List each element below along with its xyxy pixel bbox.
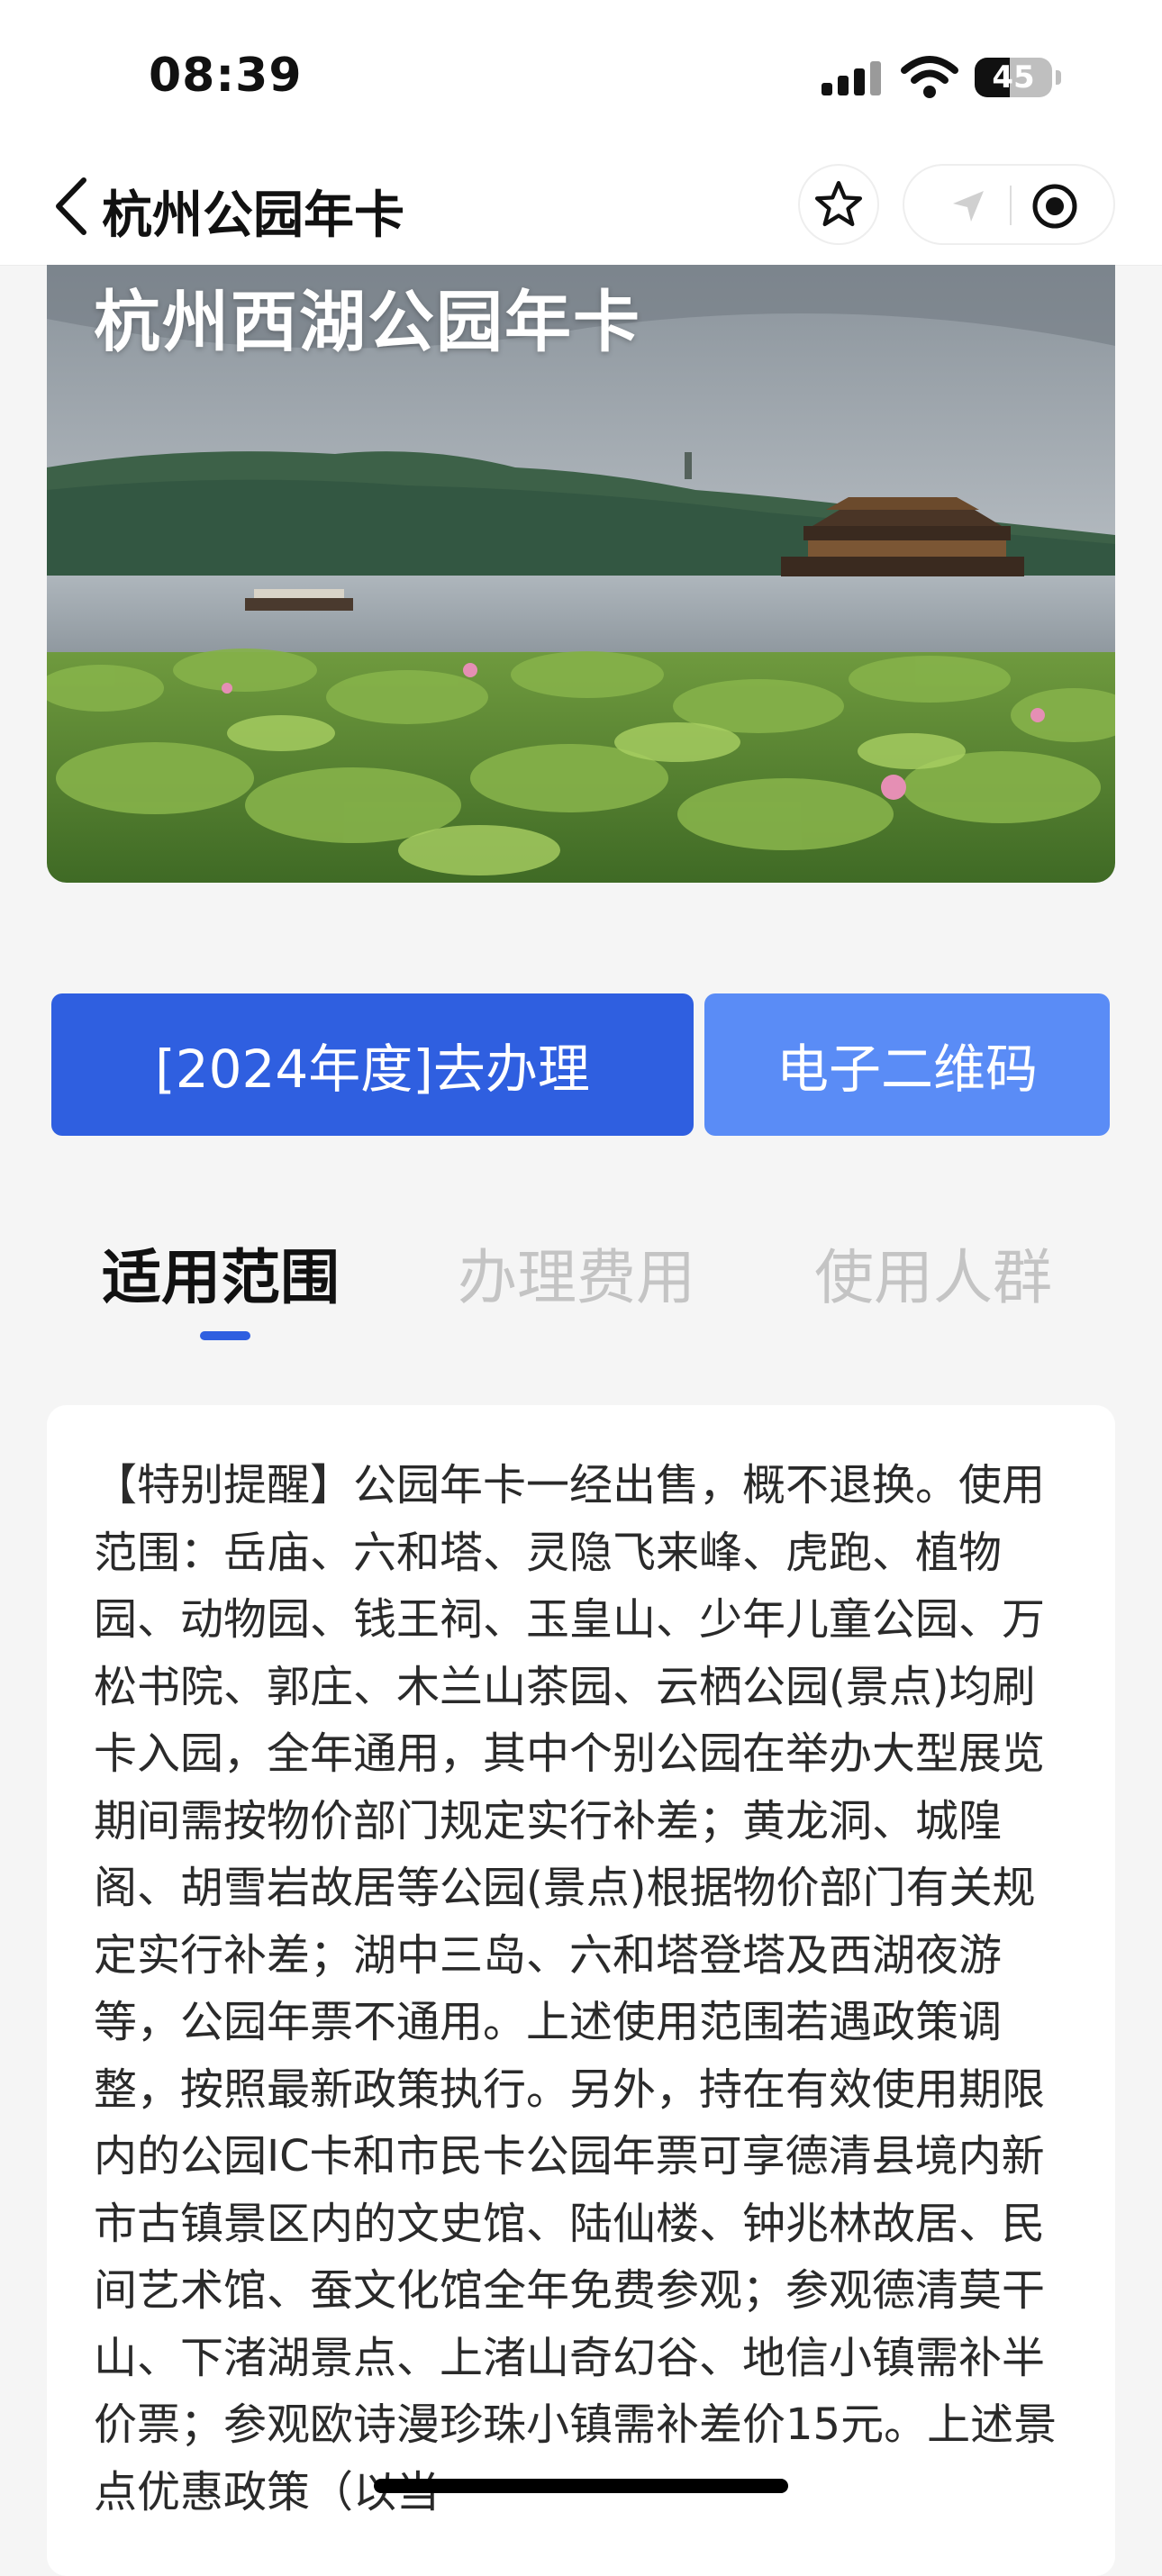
battery-level: 45 [992,59,1035,95]
capsule-divider [1010,186,1012,225]
content-card: 【特别提醒】公园年卡一经出售，概不退换。使用范围：岳庙、六和塔、灵隐飞来峰、虎跑… [47,1405,1115,2576]
location-arrow-icon[interactable] [948,186,989,227]
wifi-icon [901,56,958,98]
home-indicator [374,2479,788,2493]
banner-image: 杭州西湖公园年卡 [47,265,1115,883]
scope-text: 【特别提醒】公园年卡一经出售，概不退换。使用范围：岳庙、六和塔、灵隐飞来峰、虎跑… [94,1460,1058,2517]
nav-bar: 杭州公园年卡 [0,153,1162,266]
star-icon [814,180,863,227]
apply-button[interactable]: [2024年度]去办理 [51,993,694,1136]
cellular-signal-icon [822,59,881,95]
tab-users[interactable]: 使用人群 [814,1229,1052,1316]
status-bar: 08:39 45 [0,0,1162,153]
banner-title: 杭州西湖公园年卡 [94,284,641,361]
favorite-button[interactable] [798,164,879,245]
chevron-left-icon[interactable] [50,175,95,238]
qr-code-button[interactable]: 电子二维码 [704,993,1110,1136]
battery-tip [1056,70,1061,85]
tab-indicator [200,1331,250,1340]
page-title: 杭州公园年卡 [102,186,404,245]
tab-fees[interactable]: 办理费用 [458,1229,695,1316]
tab-scope[interactable]: 适用范围 [102,1229,340,1316]
battery-icon: 45 [975,58,1052,97]
status-time: 08:39 [149,49,303,103]
miniprogram-capsule [903,164,1115,245]
record-icon[interactable] [1030,182,1079,231]
